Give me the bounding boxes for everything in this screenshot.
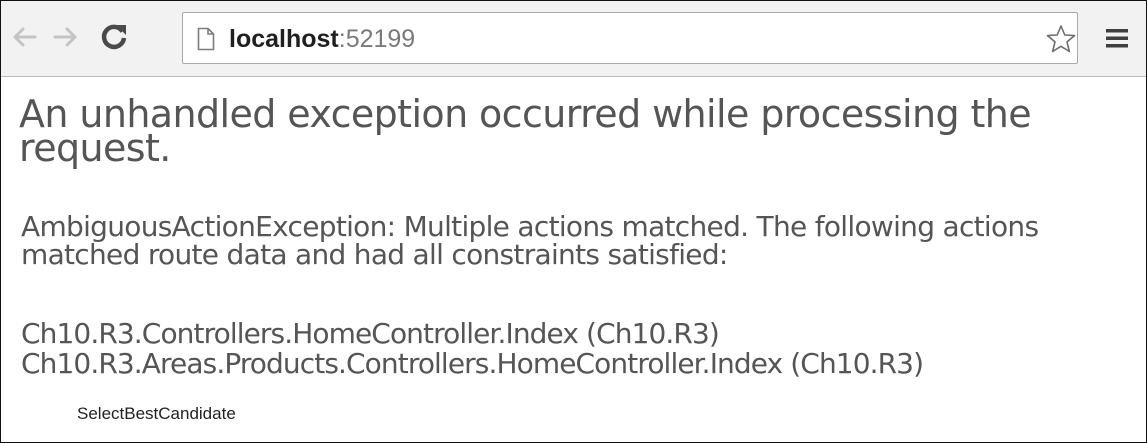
reload-icon: [101, 24, 127, 50]
browser-window: localhost:52199 An unhandled exception o…: [0, 0, 1147, 443]
error-page: An unhandled exception occurred while pr…: [1, 77, 1146, 442]
matched-actions-list: Ch10.R3.Controllers.HomeController.Index…: [21, 319, 1131, 379]
forward-button[interactable]: [51, 19, 81, 55]
hamburger-menu-icon: [1106, 29, 1128, 48]
star-icon: [1046, 25, 1076, 53]
url-text[interactable]: localhost:52199: [229, 24, 415, 54]
page-icon: [197, 27, 215, 51]
error-heading: An unhandled exception occurred while pr…: [19, 92, 1032, 170]
browser-toolbar: localhost:52199: [1, 1, 1146, 77]
matched-action: Ch10.R3.Areas.Products.Controllers.HomeC…: [21, 347, 924, 380]
address-bar[interactable]: localhost:52199: [182, 12, 1078, 64]
url-port: :52199: [338, 25, 416, 53]
matched-action: Ch10.R3.Controllers.HomeController.Index…: [21, 317, 720, 350]
arrow-left-icon: [13, 27, 37, 47]
reload-button[interactable]: [94, 18, 134, 54]
bookmark-button[interactable]: [1045, 23, 1077, 55]
back-button[interactable]: [9, 19, 39, 55]
stack-method: SelectBestCandidate: [77, 404, 236, 423]
exception-message: AmbiguousActionException: Multiple actio…: [21, 210, 1039, 271]
arrow-right-icon: [53, 27, 77, 47]
browser-menu-button[interactable]: [1099, 21, 1135, 55]
url-host: localhost: [229, 25, 339, 53]
